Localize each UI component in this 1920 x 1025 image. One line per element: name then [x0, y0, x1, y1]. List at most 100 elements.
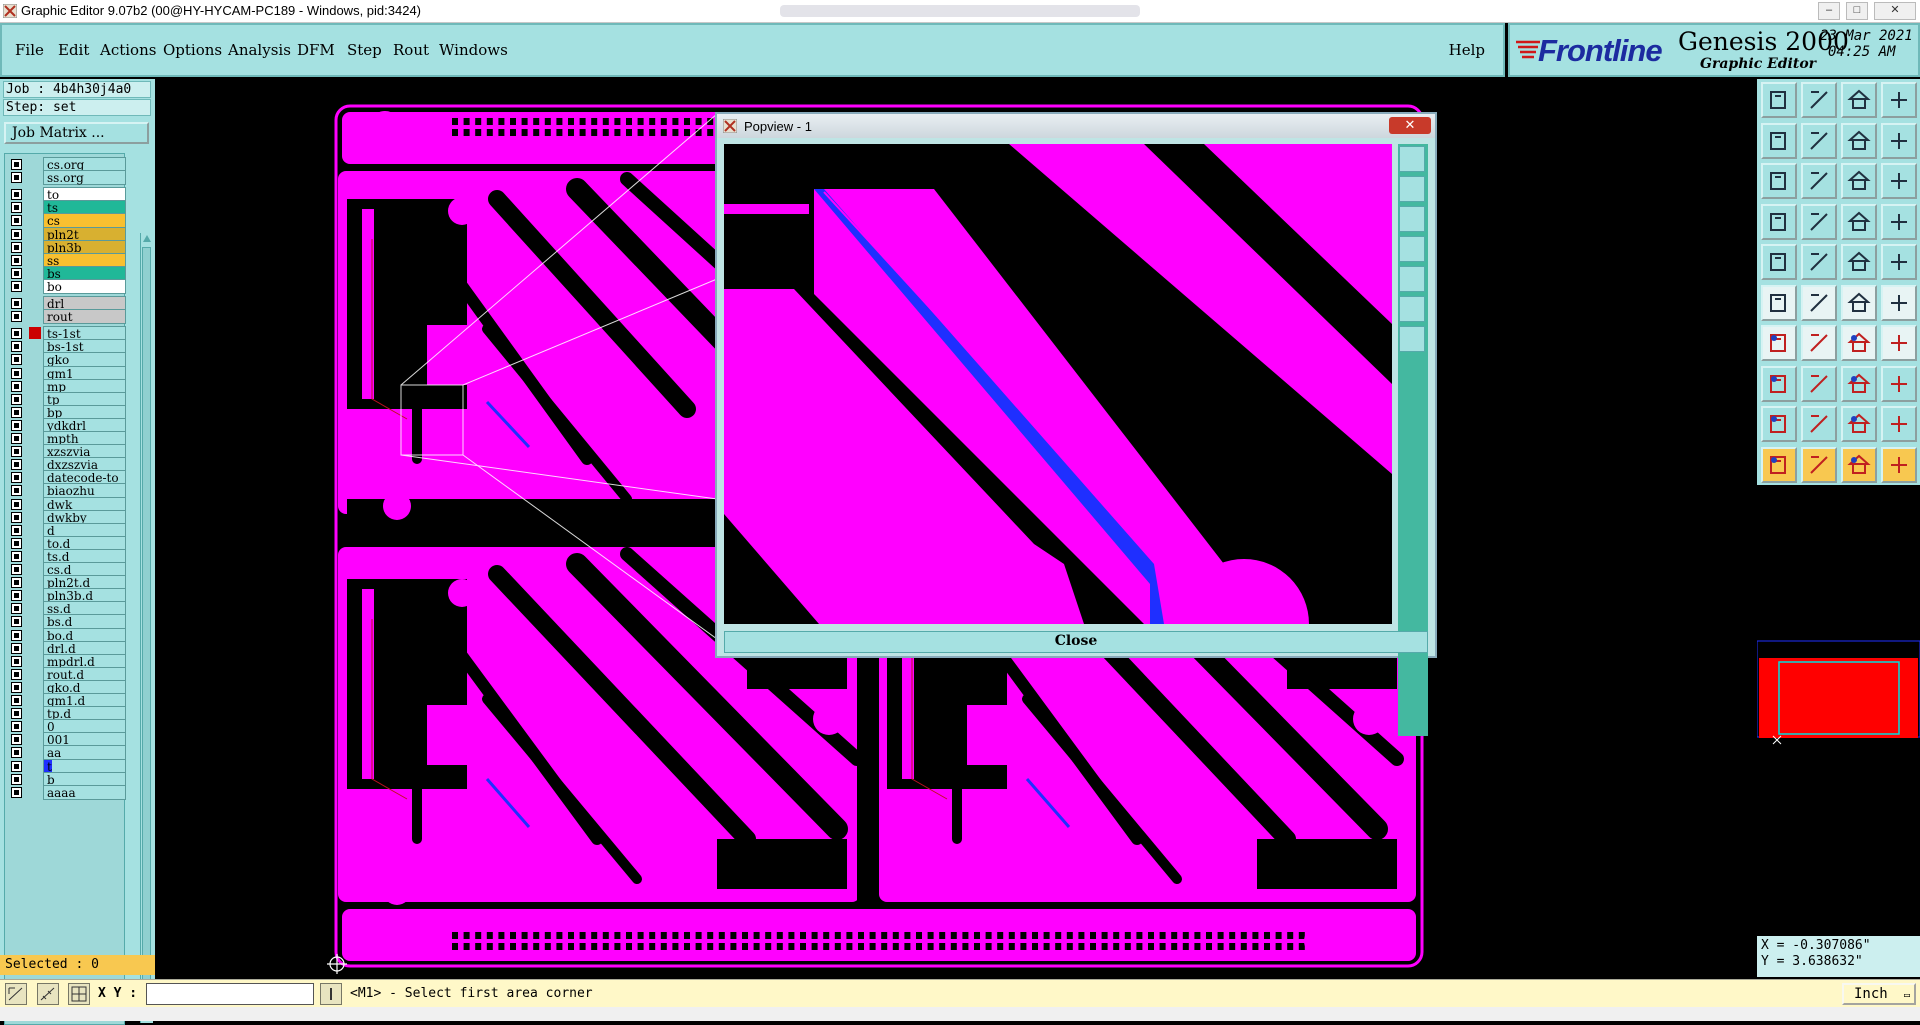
popview-tool-5[interactable]	[1399, 266, 1425, 292]
tool-page-icon[interactable]	[1801, 82, 1837, 118]
popview-tool-7[interactable]	[1399, 326, 1425, 352]
measure-icon[interactable]	[37, 983, 59, 1005]
tool-scale-icon[interactable]	[1841, 163, 1877, 199]
layer-name[interactable]: ss.org	[43, 170, 126, 186]
tool-traffic-icon[interactable]	[1841, 203, 1877, 240]
tool-node-icon[interactable]	[1761, 284, 1797, 321]
layer-checkbox[interactable]	[11, 280, 22, 292]
grid-icon[interactable]	[68, 983, 90, 1005]
tool-fit-icon[interactable]	[1761, 163, 1797, 199]
layer-checkbox[interactable]	[11, 550, 22, 562]
layer-name[interactable]: aaaa	[43, 784, 126, 800]
menu-analysis[interactable]: Analysis	[228, 41, 291, 59]
layer-checkbox[interactable]	[11, 760, 22, 772]
layer-row-bo[interactable]: bo	[5, 278, 126, 294]
layer-checkbox[interactable]	[11, 459, 22, 471]
tool-flag-icon[interactable]	[1881, 325, 1917, 361]
layer-checkbox[interactable]	[11, 354, 22, 366]
popview-tool-1[interactable]	[1399, 146, 1425, 172]
menu-rout[interactable]: Rout	[393, 41, 429, 59]
tool-camera-icon[interactable]	[1761, 244, 1797, 280]
layer-checkbox[interactable]	[11, 159, 22, 170]
layer-checkbox[interactable]	[11, 721, 22, 733]
layer-checkbox[interactable]	[11, 393, 22, 405]
tool-triangle-icon[interactable]	[1841, 406, 1877, 442]
layer-checkbox[interactable]	[11, 433, 22, 444]
popview-tool-6[interactable]	[1399, 296, 1425, 322]
layer-checkbox[interactable]	[11, 668, 22, 680]
tool-triangle-icon[interactable]	[1761, 406, 1797, 442]
info-icon[interactable]	[320, 983, 342, 1005]
layer-checkbox[interactable]	[11, 189, 22, 201]
tool-route-icon[interactable]	[1881, 446, 1917, 483]
layer-checkbox[interactable]	[11, 202, 22, 214]
layer-checkbox[interactable]	[11, 228, 22, 240]
overview-map[interactable]	[1756, 486, 1920, 936]
layer-checkbox[interactable]	[11, 367, 22, 379]
layer-row-aaaa[interactable]: aaaa	[5, 784, 126, 800]
layer-checkbox[interactable]	[11, 655, 22, 667]
tool-help-icon[interactable]	[1881, 163, 1917, 199]
layer-row-ss.org[interactable]: ss.org	[5, 170, 126, 186]
tool-triangle-icon[interactable]	[1801, 406, 1837, 442]
job-matrix-button[interactable]: Job Matrix ...	[4, 122, 149, 144]
tool-measure-icon[interactable]	[1801, 203, 1837, 240]
menu-step[interactable]: Step	[347, 41, 382, 59]
tool-layout-icon[interactable]	[1881, 82, 1917, 118]
scroll-up-icon[interactable]	[142, 234, 152, 244]
layer-checkbox[interactable]	[11, 406, 22, 418]
layer-checkbox[interactable]	[11, 577, 22, 589]
tool-curve-icon[interactable]	[1881, 122, 1917, 159]
layer-checkbox[interactable]	[11, 215, 22, 227]
tool-target-icon[interactable]	[1881, 244, 1917, 280]
tool-traffic-icon[interactable]	[1881, 203, 1917, 240]
close-window-button[interactable]: ✕	[1874, 2, 1916, 20]
menu-windows[interactable]: Windows	[439, 41, 508, 59]
tool-page-icon[interactable]	[1761, 82, 1797, 118]
popview-close-icon[interactable]: ✕	[1389, 117, 1431, 134]
layer-list-scrollbar[interactable]	[140, 233, 153, 1023]
layer-name[interactable]: rout	[43, 309, 126, 325]
layer-checkbox[interactable]	[11, 511, 22, 523]
snap-icon[interactable]	[5, 983, 27, 1005]
tool-node-icon[interactable]	[1881, 284, 1917, 321]
layer-checkbox[interactable]	[11, 708, 22, 720]
layer-row-rout[interactable]: rout	[5, 309, 126, 325]
tool-save-icon[interactable]	[1761, 122, 1797, 159]
tool-split-icon[interactable]	[1841, 122, 1877, 159]
tool-fit-icon[interactable]	[1801, 163, 1837, 199]
popview-close-button[interactable]: Close	[724, 631, 1428, 653]
unit-select[interactable]: Inch ▭	[1842, 983, 1916, 1005]
tool-bug-icon[interactable]	[1761, 203, 1797, 240]
layer-checkbox[interactable]	[11, 241, 22, 253]
menu-actions[interactable]: Actions	[100, 41, 156, 59]
tool-line-icon[interactable]	[1801, 365, 1837, 402]
scrollbar-thumb[interactable]	[142, 247, 151, 1007]
tool-cross-icon[interactable]	[1801, 284, 1837, 321]
layer-checkbox[interactable]	[11, 341, 22, 353]
layer-checkbox[interactable]	[11, 311, 22, 323]
popview-title-bar[interactable]: Popview - 1 ✕	[717, 114, 1435, 138]
tool-export-icon[interactable]	[1801, 122, 1837, 159]
tool-line-icon[interactable]	[1761, 325, 1797, 361]
layer-checkbox[interactable]	[11, 298, 22, 309]
popview-zoom-canvas[interactable]	[724, 144, 1392, 624]
popview-tool-4[interactable]	[1399, 236, 1425, 262]
layer-checkbox[interactable]	[11, 472, 22, 484]
tool-arrow-icon[interactable]	[1841, 446, 1877, 483]
layer-checkbox[interactable]	[11, 616, 22, 628]
layer-checkbox[interactable]	[11, 590, 22, 602]
layer-checkbox[interactable]	[11, 642, 22, 654]
layer-checkbox[interactable]	[11, 498, 22, 510]
menu-options[interactable]: Options	[163, 41, 222, 59]
tool-arrow-icon[interactable]	[1761, 446, 1797, 483]
menu-help[interactable]: Help	[1449, 41, 1485, 59]
menu-edit[interactable]: Edit	[58, 41, 89, 59]
xy-input[interactable]	[146, 983, 314, 1005]
layer-checkbox[interactable]	[11, 695, 22, 706]
tool-net-icon[interactable]	[1841, 365, 1877, 402]
layer-name[interactable]: bo	[43, 278, 126, 294]
tool-arrow-icon[interactable]	[1801, 446, 1837, 483]
tool-node-icon[interactable]	[1841, 284, 1877, 321]
popview-tool-3[interactable]	[1399, 206, 1425, 232]
